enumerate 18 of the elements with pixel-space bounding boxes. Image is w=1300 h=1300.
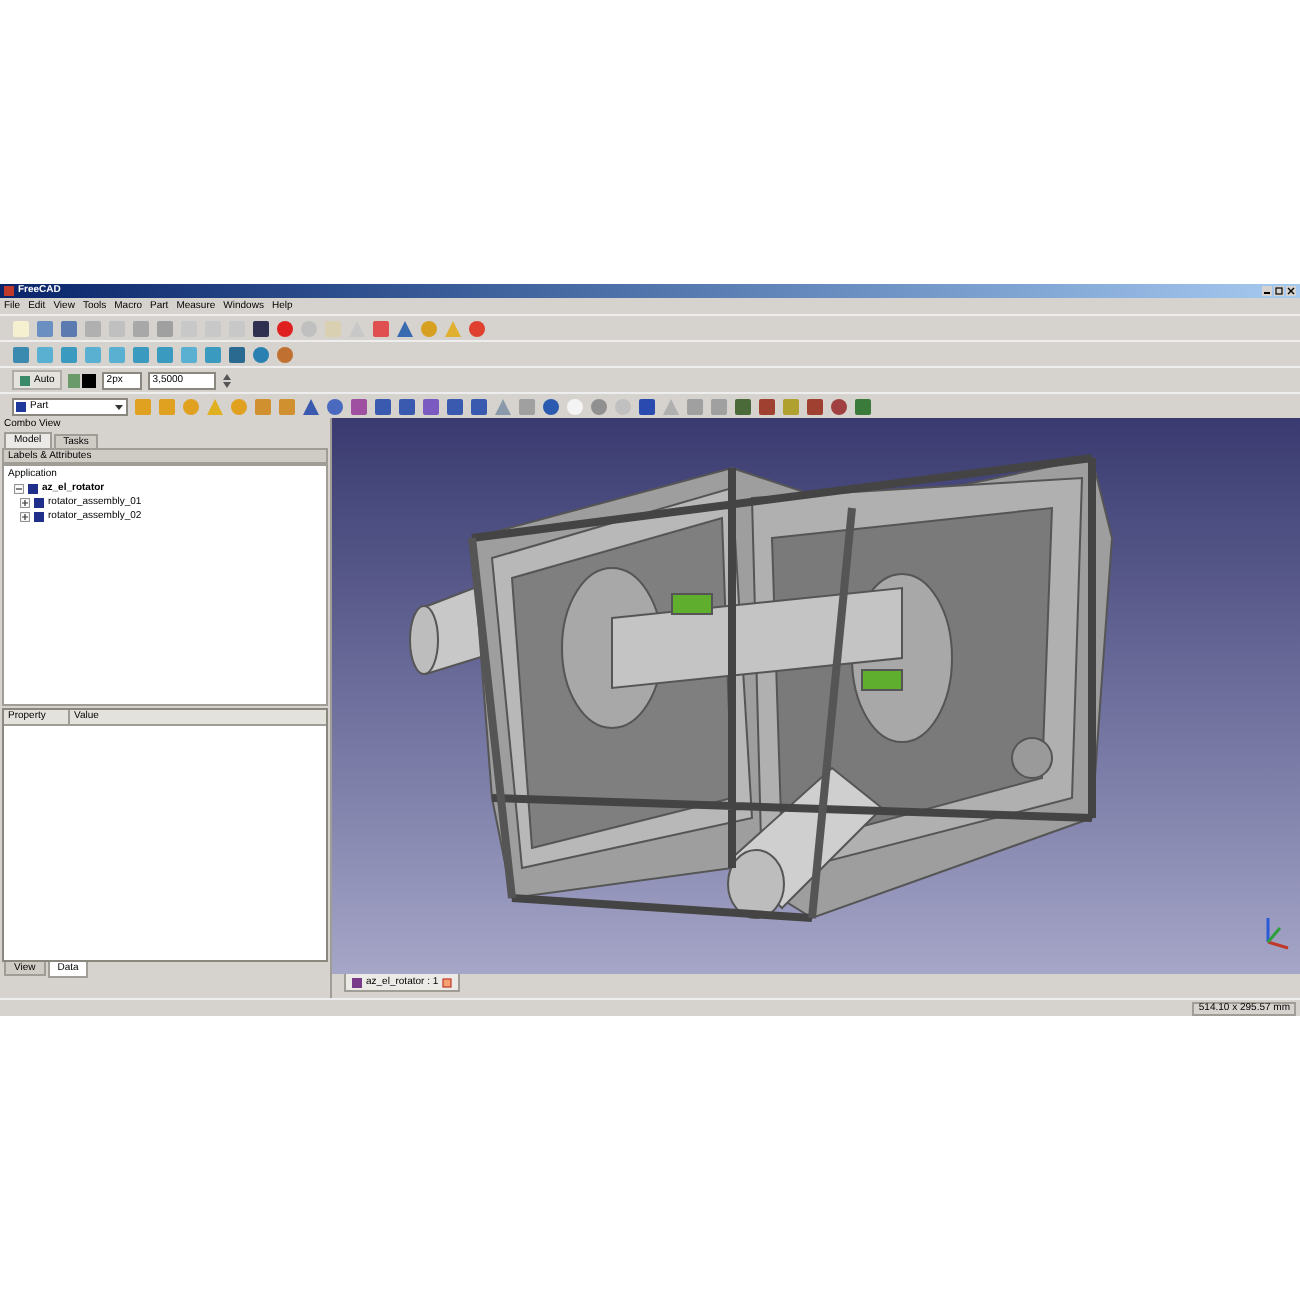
maximize-icon[interactable] xyxy=(1274,286,1284,296)
minimize-icon[interactable] xyxy=(1262,286,1272,296)
expander-icon[interactable] xyxy=(20,512,30,522)
expander-icon[interactable] xyxy=(20,498,30,508)
color-swatch-icon[interactable] xyxy=(68,371,97,389)
shaded-sphere-icon[interactable] xyxy=(566,397,584,415)
expander-icon[interactable] xyxy=(14,484,24,494)
close-icon[interactable] xyxy=(1286,286,1296,296)
workbench-icon xyxy=(16,401,26,411)
document-icon xyxy=(352,977,362,987)
flat-sphere-icon[interactable] xyxy=(590,397,608,415)
3d-viewport[interactable] xyxy=(332,418,1300,974)
spin-arrows-icon[interactable] xyxy=(222,371,233,389)
axis-triad-icon xyxy=(1266,918,1289,950)
app-logo-icon xyxy=(4,286,14,296)
sphere-icon[interactable] xyxy=(542,397,560,415)
dropdown-arrow-icon[interactable] xyxy=(114,401,124,411)
record-icon[interactable] xyxy=(276,319,294,337)
